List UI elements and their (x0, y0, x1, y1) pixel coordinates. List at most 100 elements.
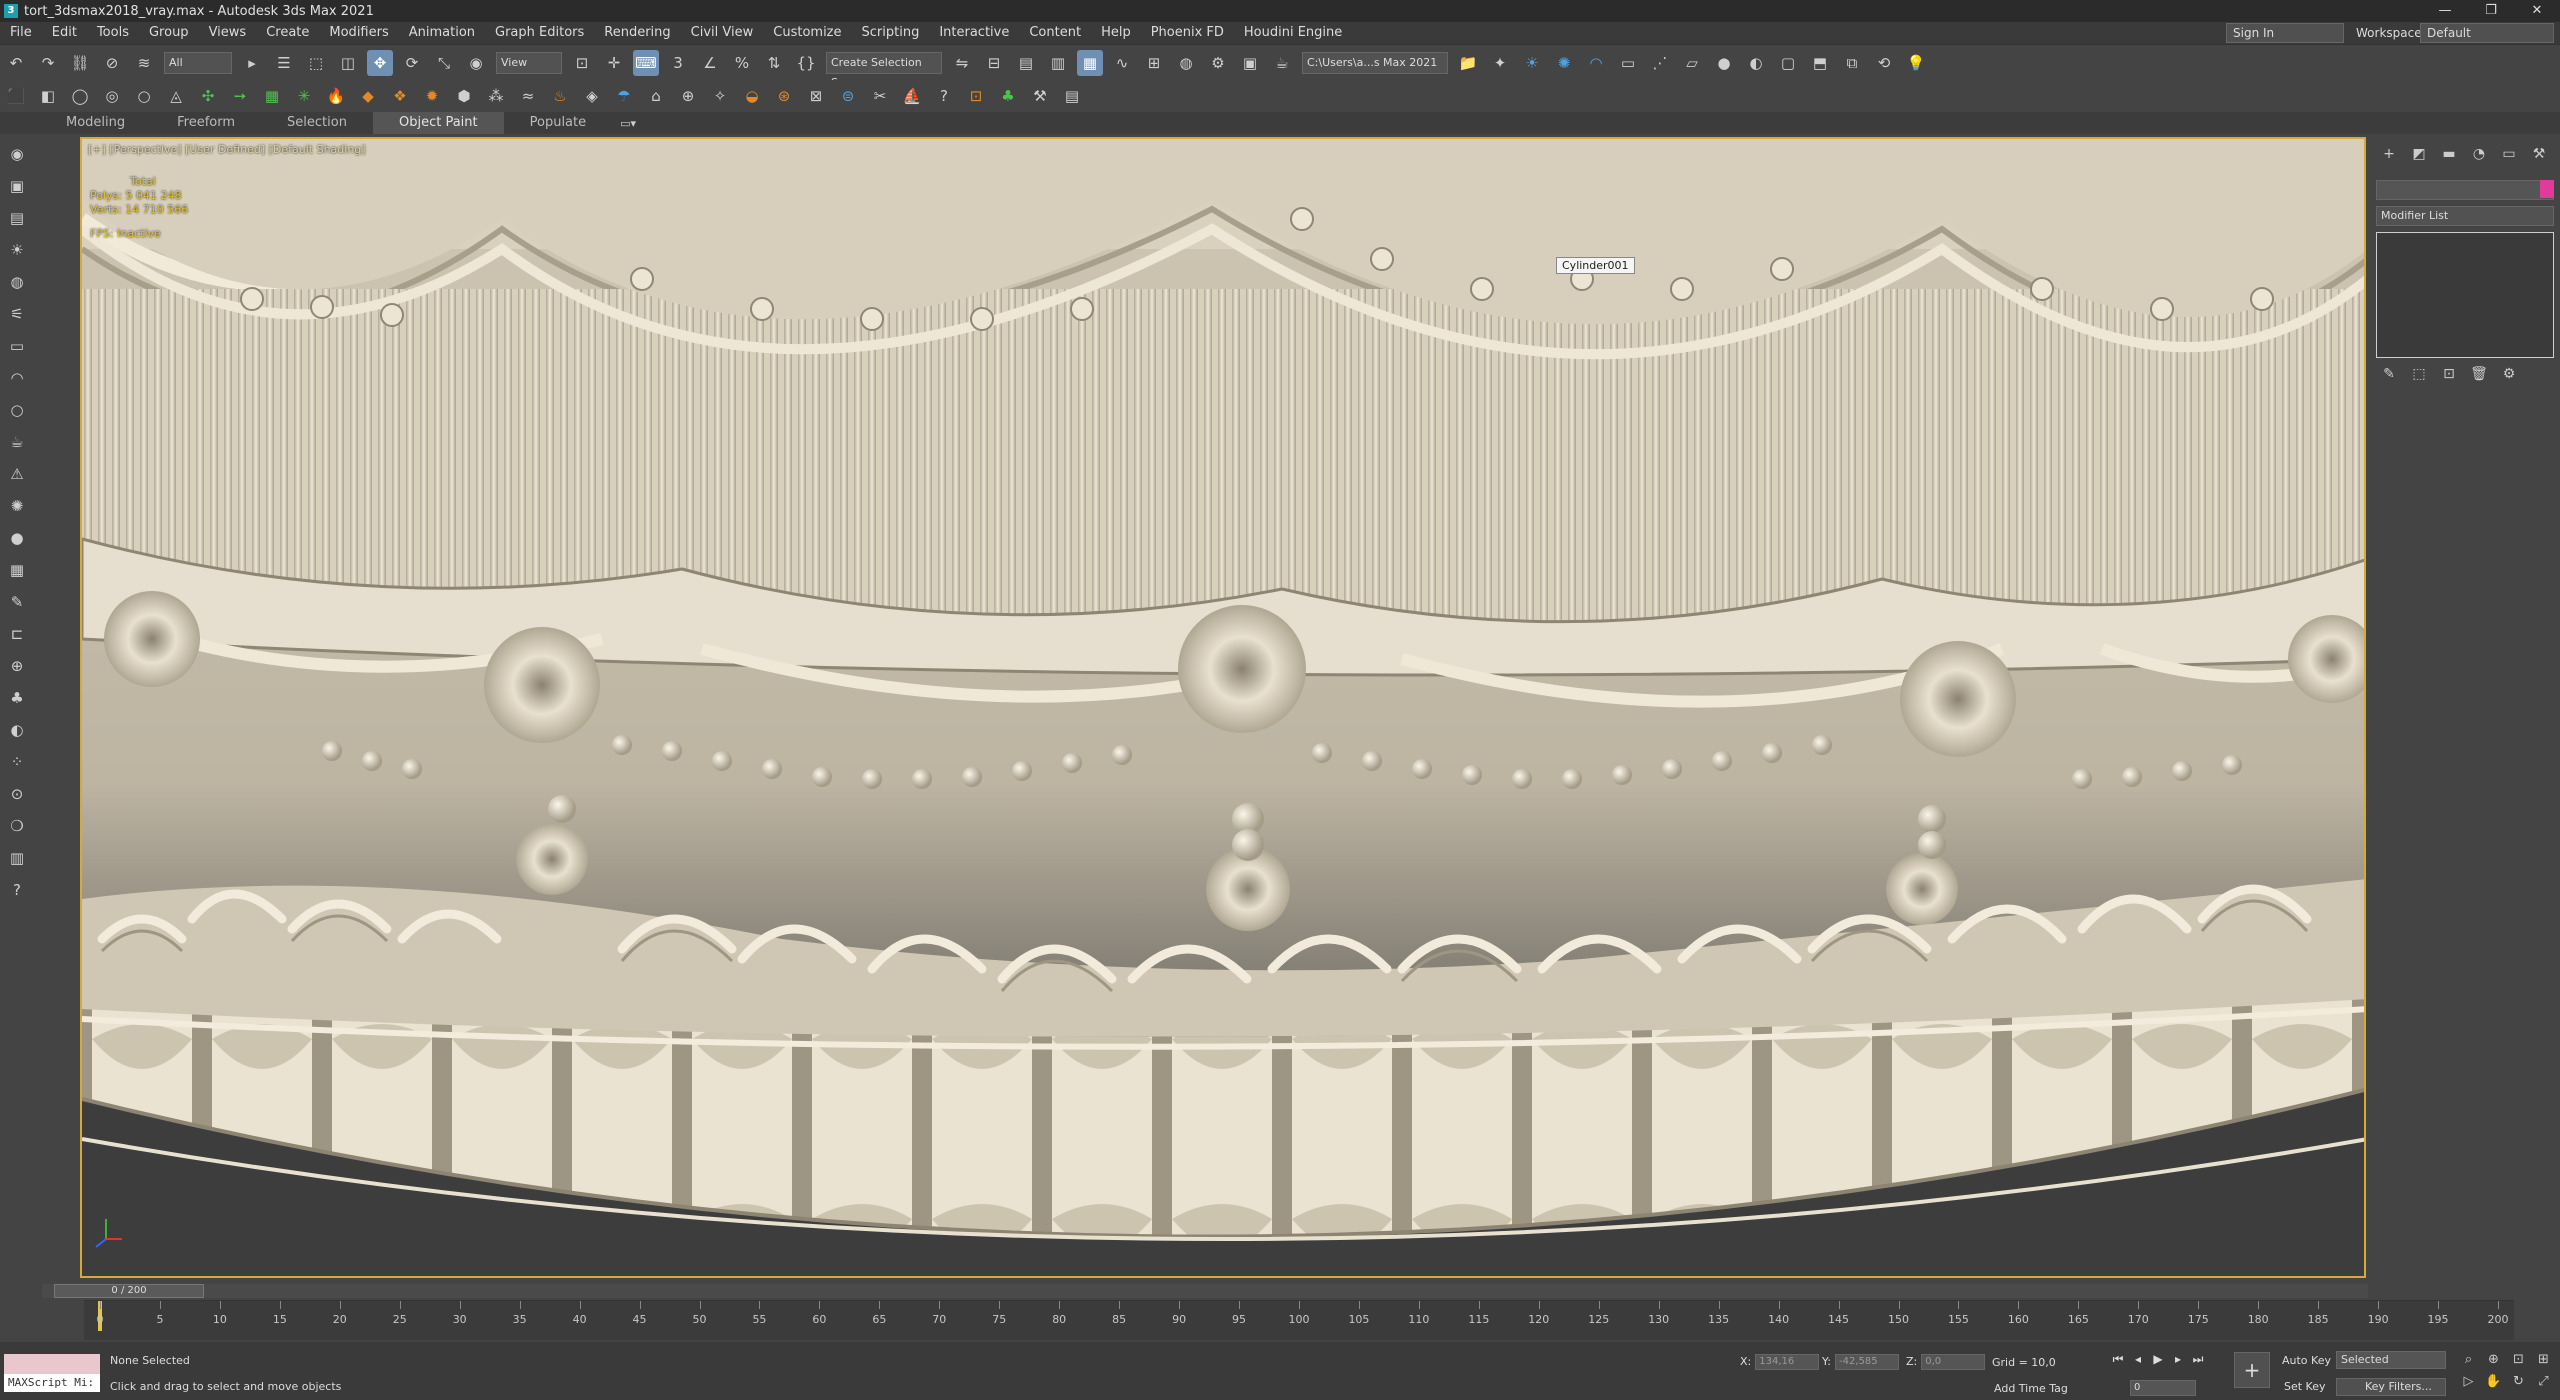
menu-create[interactable]: Create (256, 22, 319, 44)
menu-content[interactable]: Content (1019, 22, 1091, 44)
fire-source-icon[interactable]: ◆ (355, 83, 381, 109)
layer-icon[interactable]: ▤ (5, 206, 29, 230)
restore-button[interactable]: ❐ (2468, 0, 2514, 22)
particle-icon[interactable]: ⁂ (483, 83, 509, 109)
menu-houdini-engine[interactable]: Houdini Engine (1234, 22, 1352, 44)
toggle-layer-explorer-icon[interactable]: ▥ (1045, 50, 1071, 76)
align-icon[interactable]: ⊟ (981, 50, 1007, 76)
toggle-ribbon-icon[interactable]: ▦ (1077, 49, 1103, 76)
show-end-result-icon[interactable]: ⬚ (2404, 366, 2434, 388)
dome-icon[interactable]: ◠ (5, 366, 29, 390)
modifier-list-dropdown[interactable]: Modifier List (2376, 206, 2554, 226)
previous-frame-icon[interactable]: ◂ (2128, 1352, 2148, 1367)
menu-help[interactable]: Help (1091, 22, 1141, 44)
globe-icon[interactable]: ⊕ (5, 654, 29, 678)
select-and-scale-icon[interactable]: ⤡ (431, 50, 457, 76)
angle-snap-icon[interactable]: ∠ (697, 50, 723, 76)
cone-icon[interactable]: ◬ (163, 83, 189, 109)
vray-lights-icon[interactable]: ✦ (1487, 50, 1513, 76)
flame-icon[interactable]: ♨ (547, 83, 573, 109)
ribbon-options-icon[interactable]: ▭▾ (615, 110, 641, 136)
tube-icon[interactable]: ⊏ (5, 622, 29, 646)
render-setup-icon[interactable]: ⚙ (1205, 50, 1231, 76)
time-slider-thumb[interactable]: 0 / 200 (54, 1284, 204, 1298)
vray-camera-icon[interactable]: ◐ (1743, 50, 1769, 76)
time-slider[interactable]: 0 / 200 (42, 1284, 2368, 1298)
tab-populate[interactable]: Populate (504, 112, 613, 134)
curve-editor-icon[interactable]: ∿ (1109, 50, 1135, 76)
unlink-icon[interactable]: ⊘ (99, 50, 125, 76)
tab-freeform[interactable]: Freeform (151, 112, 261, 134)
menu-group[interactable]: Group (139, 22, 199, 44)
maxscript-listener[interactable]: MAXScript Mi: (4, 1354, 100, 1394)
schematic-view-icon[interactable]: ⊞ (1141, 50, 1167, 76)
houdini-tree-icon[interactable]: ♣ (995, 83, 1021, 109)
bind-space-warp-icon[interactable]: ≋ (131, 50, 157, 76)
menu-edit[interactable]: Edit (42, 22, 87, 44)
menu-graph-editors[interactable]: Graph Editors (485, 22, 594, 44)
place-icon[interactable]: ◉ (463, 50, 489, 76)
ship-icon[interactable]: ⛵ (899, 83, 925, 109)
rectangular-selection-icon[interactable]: ⬚ (303, 50, 329, 76)
vray-bulb-icon[interactable]: 💡 (1903, 50, 1929, 76)
smoke-icon[interactable]: ❖ (387, 83, 413, 109)
add-time-tag[interactable]: Add Time Tag (1994, 1382, 2068, 1395)
menu-scripting[interactable]: Scripting (852, 22, 930, 44)
menu-civil-view[interactable]: Civil View (681, 22, 764, 44)
menu-customize[interactable]: Customize (763, 22, 851, 44)
vray-frame-buffer-icon[interactable]: ▢ (1775, 50, 1801, 76)
eye-icon[interactable]: ◉ (5, 142, 29, 166)
key-filters-button[interactable]: Key Filters... (2336, 1378, 2446, 1396)
ring-icon[interactable]: ○ (5, 398, 29, 422)
help-icon[interactable]: ? (931, 83, 957, 109)
maxscript-input[interactable]: MAXScript Mi: (4, 1374, 100, 1392)
next-frame-icon[interactable]: ▸ (2168, 1352, 2188, 1367)
paint-icon[interactable]: ✎ (5, 590, 29, 614)
select-object-icon[interactable]: ▸ (239, 50, 265, 76)
object-name-field[interactable] (2376, 180, 2554, 200)
create-tab-icon[interactable]: + (2374, 146, 2404, 168)
play-icon[interactable]: ▶ (2148, 1352, 2168, 1367)
display-tab-icon[interactable]: ▭ (2494, 146, 2524, 168)
box-icon[interactable]: ⬛ (3, 83, 29, 109)
window-crossing-icon[interactable]: ◫ (335, 50, 361, 76)
rectangle-icon[interactable]: ▭ (5, 334, 29, 358)
rendered-frame-window-icon[interactable]: ▣ (1237, 50, 1263, 76)
spotlight-icon[interactable]: ⚠ (5, 462, 29, 486)
pivot-center-icon[interactable]: ⊡ (569, 50, 595, 76)
water-icon[interactable]: ☂ (611, 83, 637, 109)
menu-file[interactable]: File (0, 22, 42, 44)
torus-icon[interactable]: ◎ (99, 83, 125, 109)
project-folder-icon[interactable]: 📁 (1455, 50, 1481, 76)
star-icon[interactable]: ✳ (291, 83, 317, 109)
liquid-icon[interactable]: ≈ (515, 83, 541, 109)
houdini-tools-icon[interactable]: ⚒ (1027, 83, 1053, 109)
perspective-viewport[interactable]: [+] [Perspective] [User Defined] [Defaul… (80, 137, 2366, 1278)
modify-tab-icon[interactable]: ◩ (2404, 146, 2434, 168)
tab-selection[interactable]: Selection (261, 112, 373, 134)
disc-icon[interactable]: ◐ (5, 718, 29, 742)
bulb-icon[interactable]: ☀ (5, 238, 29, 262)
circle-icon[interactable]: ○ (131, 83, 157, 109)
x-field[interactable]: 134,16 (1755, 1354, 1820, 1370)
houdini-table-icon[interactable]: ▤ (1059, 83, 1085, 109)
teapot-icon[interactable]: ☕ (5, 430, 29, 454)
vray-light-icon[interactable]: ☀ (1519, 50, 1545, 76)
menu-interactive[interactable]: Interactive (929, 22, 1019, 44)
motion-tab-icon[interactable]: ◔ (2464, 146, 2494, 168)
mesh-icon[interactable]: ⊠ (803, 83, 829, 109)
spinner-snap-icon[interactable]: ⇅ (761, 50, 787, 76)
workspace-dropdown[interactable]: Default (2420, 23, 2554, 43)
remove-modifier-icon[interactable]: 🗑 (2464, 366, 2494, 388)
vray-tools-icon[interactable]: ⟲ (1871, 50, 1897, 76)
ocean-icon[interactable]: ⌂ (643, 83, 669, 109)
vray-sun-icon[interactable]: ✺ (1551, 50, 1577, 76)
vortex-icon[interactable]: ⊜ (835, 83, 861, 109)
sign-in-button[interactable]: Sign In (2226, 23, 2344, 43)
select-by-name-icon[interactable]: ☰ (271, 50, 297, 76)
auto-key-button[interactable]: Auto Key (2282, 1354, 2331, 1367)
sun-icon[interactable]: ✺ (5, 494, 29, 518)
emitter-icon[interactable]: ◈ (579, 83, 605, 109)
named-selection-dropdown[interactable]: Create Selection Se (826, 51, 942, 89)
set-keys-button[interactable]: + (2234, 1352, 2270, 1388)
